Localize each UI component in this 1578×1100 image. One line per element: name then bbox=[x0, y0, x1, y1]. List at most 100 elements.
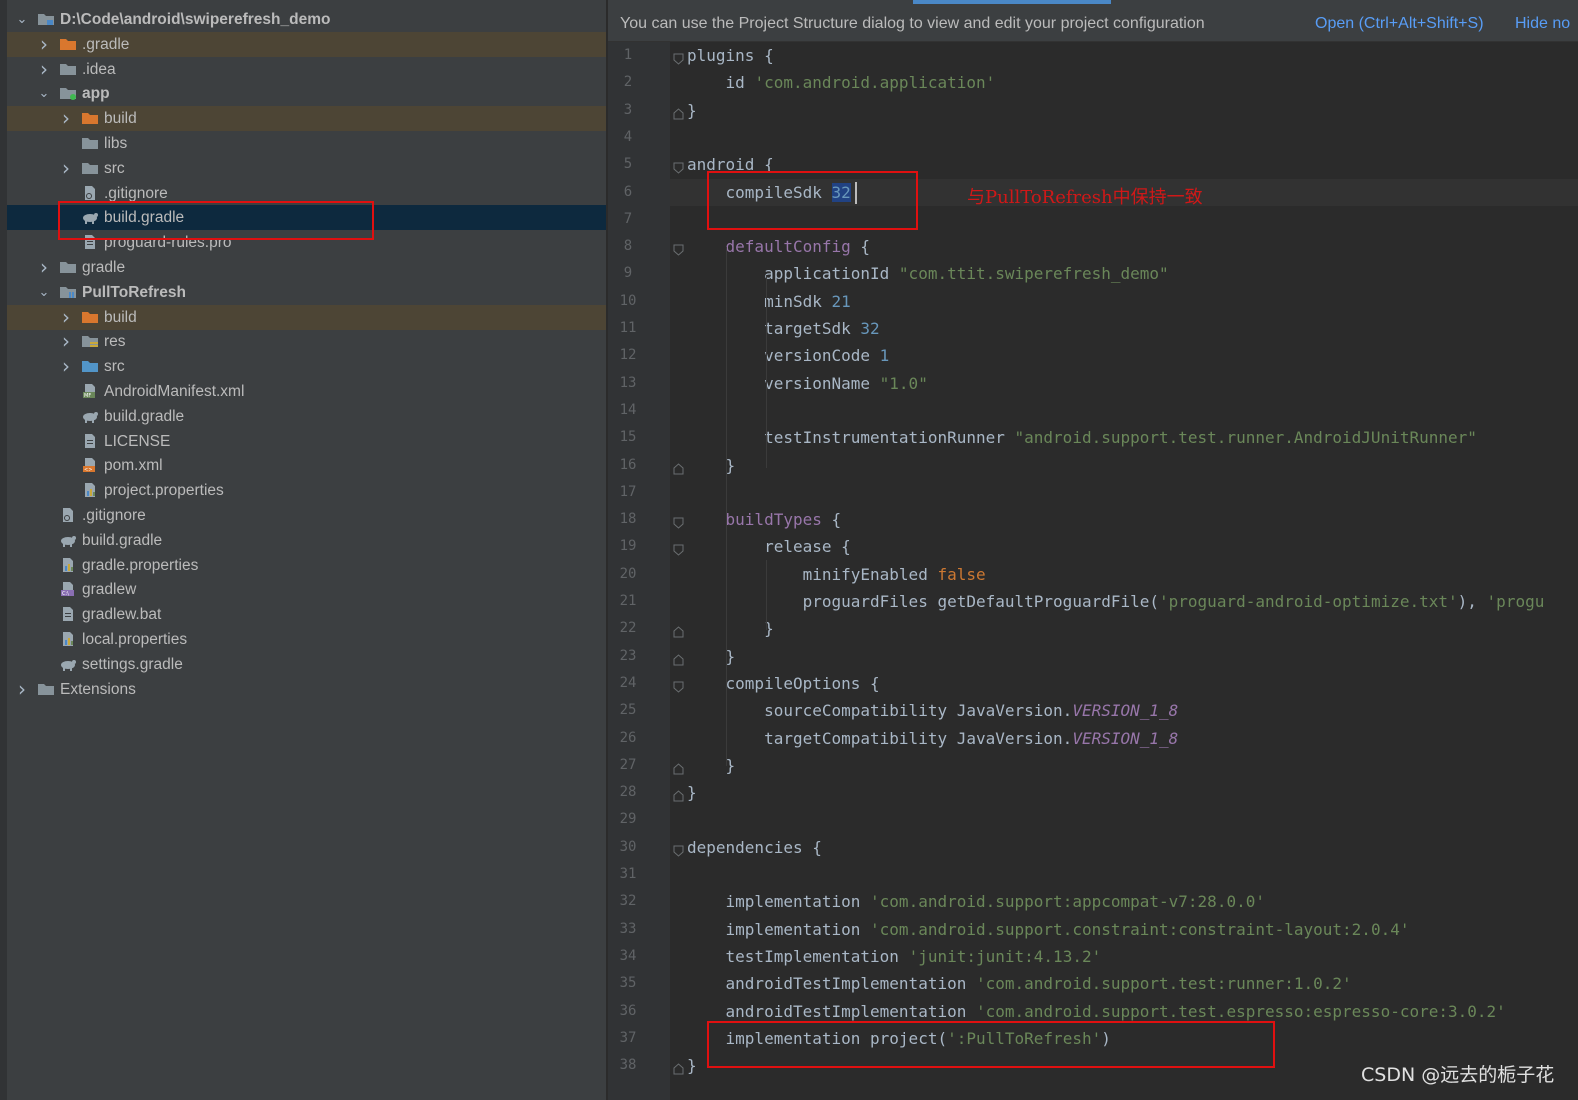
module-folder-icon bbox=[37, 11, 55, 27]
line-number: 14 bbox=[619, 401, 637, 418]
tree-item-label: project.properties bbox=[104, 482, 224, 500]
tree-item[interactable]: .gitignore bbox=[7, 503, 607, 528]
tree-item[interactable]: gradle.properties bbox=[7, 553, 607, 578]
line-number: 25 bbox=[619, 702, 637, 719]
tree-item[interactable]: LICENSE bbox=[7, 429, 607, 454]
properties-file-icon bbox=[59, 557, 77, 573]
fold-marker-icon[interactable] bbox=[673, 1060, 684, 1075]
chevron-down-icon[interactable]: ⌄ bbox=[15, 7, 29, 32]
line-number: 31 bbox=[619, 866, 637, 882]
folder-orange-icon bbox=[81, 309, 99, 325]
fold-marker-icon[interactable] bbox=[673, 623, 684, 638]
tree-item-label: AndroidManifest.xml bbox=[104, 383, 245, 400]
tree-item[interactable]: › .gradle bbox=[7, 31, 607, 57]
code-line: defaultConfig { bbox=[725, 237, 871, 257]
chevron-right-icon[interactable]: › bbox=[37, 57, 51, 82]
chevron-right-icon[interactable]: › bbox=[59, 156, 73, 181]
chevron-right-icon[interactable]: › bbox=[59, 305, 73, 330]
chevron-right-icon[interactable]: › bbox=[59, 329, 73, 354]
line-number: 7 bbox=[623, 210, 633, 227]
fold-marker-icon[interactable] bbox=[673, 760, 684, 775]
tree-item[interactable]: › src bbox=[7, 156, 607, 181]
fold-marker-icon[interactable] bbox=[673, 842, 684, 857]
source-folder-icon bbox=[81, 358, 99, 374]
line-number: 1 bbox=[623, 47, 633, 63]
banner-message: You can use the Project Structure dialog… bbox=[620, 15, 1205, 32]
tree-item[interactable]: <> pom.xml bbox=[7, 453, 607, 478]
line-number: 27 bbox=[619, 756, 637, 773]
fold-marker-icon[interactable] bbox=[673, 460, 684, 474]
tree-item[interactable]: › gradle bbox=[7, 255, 607, 280]
tree-item[interactable]: local.properties bbox=[7, 627, 607, 652]
tree-item-label: .idea bbox=[82, 60, 116, 78]
line-number: 37 bbox=[619, 1029, 637, 1046]
fold-marker-icon[interactable] bbox=[673, 787, 684, 802]
app-module-icon bbox=[59, 85, 77, 101]
highlight-box-compilesdk bbox=[707, 171, 918, 230]
tree-item-label: .gitignore bbox=[82, 507, 146, 524]
line-number: 32 bbox=[619, 893, 637, 910]
fold-marker-icon[interactable] bbox=[673, 159, 684, 174]
fold-marker-icon[interactable] bbox=[673, 651, 684, 666]
tree-item-label: settings.gradle bbox=[82, 655, 183, 673]
tree-item-label: Extensions bbox=[60, 680, 136, 698]
chevron-right-icon[interactable]: › bbox=[37, 32, 51, 57]
tree-item[interactable]: MF AndroidManifest.xml bbox=[7, 379, 607, 404]
tree-item[interactable]: gradlew.bat bbox=[7, 602, 607, 627]
fold-marker-icon[interactable] bbox=[673, 678, 684, 693]
code-line: applicationId "com.ttit.swiperefresh_dem… bbox=[687, 264, 1169, 284]
tree-item[interactable]: project.properties bbox=[7, 478, 607, 503]
indent-guide bbox=[766, 560, 767, 630]
tree-item[interactable]: › Extensions bbox=[7, 677, 607, 702]
code-line: } bbox=[687, 619, 774, 639]
fold-marker-icon[interactable] bbox=[673, 541, 684, 557]
tree-item[interactable]: › res bbox=[7, 329, 607, 354]
chevron-right-icon[interactable]: › bbox=[37, 255, 51, 280]
chevron-down-icon[interactable]: ⌄ bbox=[37, 280, 51, 305]
code-line: implementation 'com.android.support:appc… bbox=[687, 892, 1265, 912]
fold-marker-icon[interactable] bbox=[673, 105, 684, 120]
tree-item[interactable]: ⌄ D:\Code\android\swiperefresh_demo bbox=[7, 7, 607, 32]
tree-item[interactable]: settings.gradle bbox=[7, 652, 607, 677]
code-line: testImplementation 'junit:junit:4.13.2' bbox=[687, 946, 1102, 966]
tree-item[interactable]: › build bbox=[7, 106, 607, 132]
chevron-right-icon[interactable]: › bbox=[59, 354, 73, 379]
line-number: 24 bbox=[619, 674, 637, 691]
tree-item[interactable]: › .idea bbox=[7, 57, 607, 82]
line-number: 13 bbox=[619, 374, 637, 391]
code-line: compileOptions { bbox=[687, 673, 880, 693]
tree-item[interactable]: › build bbox=[7, 304, 607, 330]
line-number: 4 bbox=[623, 128, 633, 145]
tree-item[interactable]: ⌄ app bbox=[7, 81, 607, 106]
code-line: targetSdk 32 bbox=[687, 319, 880, 338]
line-number: 16 bbox=[619, 456, 637, 473]
indent-guide bbox=[726, 521, 727, 656]
gradle-file-icon bbox=[59, 532, 77, 548]
hide-notification-link[interactable]: Hide no bbox=[1515, 0, 1570, 44]
svg-text:MF: MF bbox=[84, 393, 91, 399]
tree-item[interactable]: build.gradle bbox=[7, 528, 607, 553]
line-number: 12 bbox=[619, 347, 637, 364]
properties-file-icon bbox=[59, 631, 77, 647]
tree-item[interactable]: libs bbox=[7, 131, 607, 156]
line-number: 26 bbox=[619, 729, 637, 746]
code-line: testInstrumentationRunner "android.suppo… bbox=[687, 428, 1477, 448]
chevron-right-icon[interactable]: › bbox=[59, 106, 73, 131]
tree-item[interactable]: C:\ gradlew bbox=[7, 577, 607, 602]
svg-text:C:\: C:\ bbox=[62, 591, 69, 597]
line-number: 8 bbox=[623, 238, 633, 255]
chevron-right-icon[interactable]: › bbox=[15, 677, 29, 702]
gradle-file-icon bbox=[59, 656, 77, 672]
code-line: buildTypes { bbox=[725, 510, 842, 530]
tree-item[interactable]: ⌄ PullToRefresh bbox=[7, 280, 607, 305]
tree-item[interactable]: › src bbox=[7, 354, 607, 379]
fold-marker-icon[interactable] bbox=[673, 514, 684, 529]
fold-marker-icon[interactable] bbox=[673, 241, 684, 256]
chevron-down-icon[interactable]: ⌄ bbox=[37, 81, 51, 106]
fold-marker-icon[interactable] bbox=[673, 50, 684, 65]
code-line: minifyEnabled false bbox=[687, 564, 986, 584]
tree-item[interactable]: build.gradle bbox=[7, 404, 607, 429]
open-project-structure-link[interactable]: Open (Ctrl+Alt+Shift+S) bbox=[1315, 0, 1484, 44]
code-line: } bbox=[687, 755, 736, 775]
code-line: targetCompatibility JavaVersion.VERSION_… bbox=[687, 728, 1179, 748]
